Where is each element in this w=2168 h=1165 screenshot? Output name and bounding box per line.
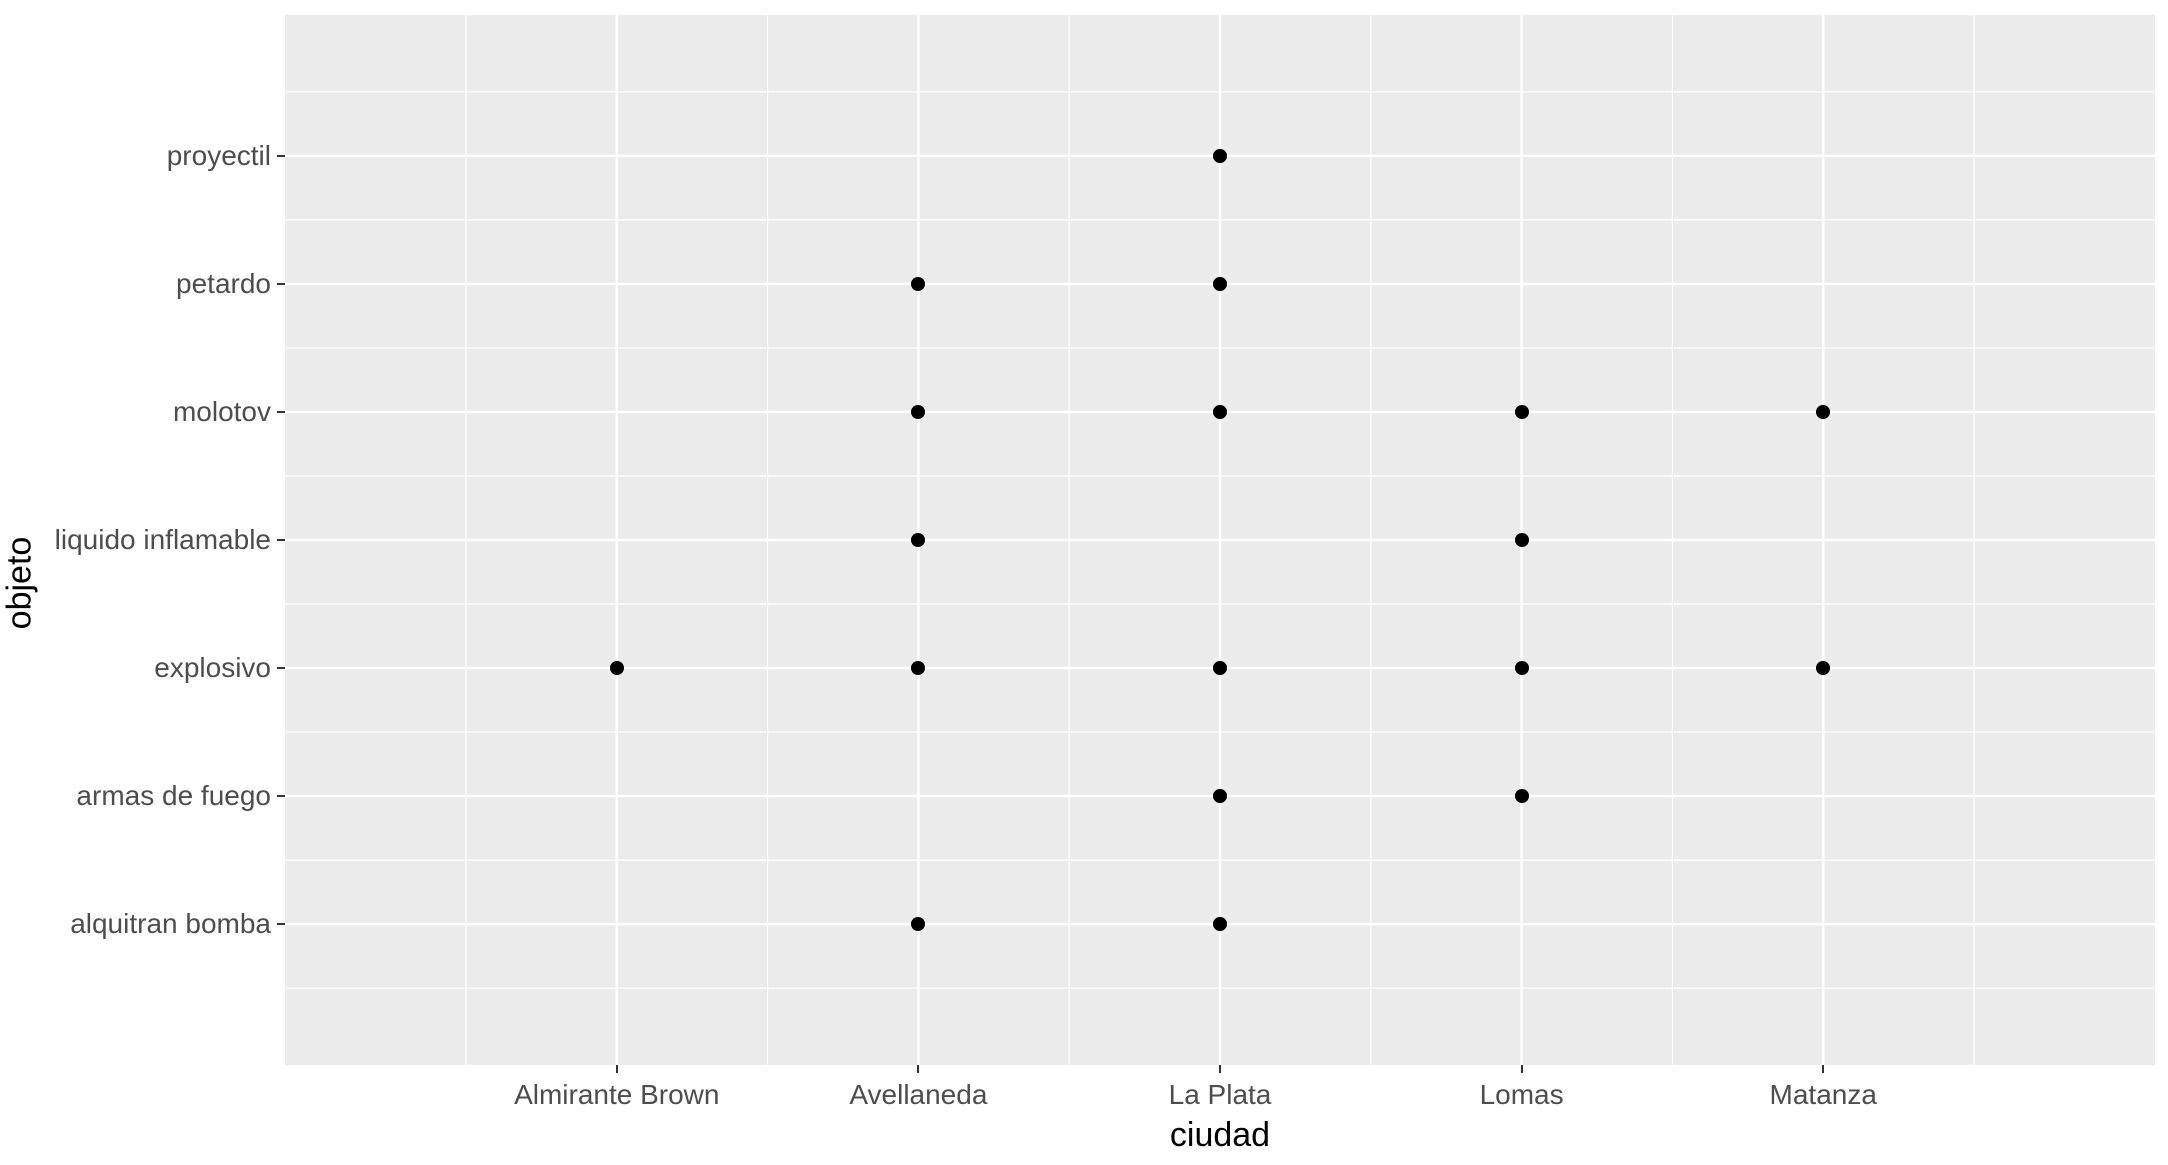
data-point: [1213, 661, 1227, 675]
y-tick-label: armas de fuego: [76, 780, 271, 812]
y-tick-mark: [277, 923, 285, 925]
x-axis-title: ciudad: [1170, 1116, 1270, 1155]
y-tick-label: molotov: [173, 396, 271, 428]
y-tick-mark: [277, 539, 285, 541]
data-point: [1213, 405, 1227, 419]
y-tick-label: proyectil: [167, 140, 271, 172]
x-tick-mark: [1521, 1065, 1523, 1073]
data-point: [1213, 789, 1227, 803]
y-axis-title: objeto: [1, 536, 40, 629]
x-tick-label: Almirante Brown: [514, 1079, 719, 1111]
y-tick-mark: [277, 283, 285, 285]
data-point: [1515, 661, 1529, 675]
y-tick-mark: [277, 155, 285, 157]
y-tick-label: petardo: [176, 268, 271, 300]
y-tick-label: alquitran bomba: [70, 908, 271, 940]
data-point: [1213, 149, 1227, 163]
y-tick-mark: [277, 411, 285, 413]
data-point: [610, 661, 624, 675]
y-tick-mark: [277, 795, 285, 797]
x-tick-label: Lomas: [1480, 1079, 1564, 1111]
data-point: [1213, 277, 1227, 291]
y-tick-label: liquido inflamable: [55, 524, 271, 556]
chart-container: objeto Almirante BrownAvellanedaLa Plata…: [0, 0, 2168, 1165]
data-point: [1515, 789, 1529, 803]
x-tick-mark: [917, 1065, 919, 1073]
data-point: [1515, 405, 1529, 419]
y-tick-label: explosivo: [154, 652, 271, 684]
x-tick-label: La Plata: [1169, 1079, 1272, 1111]
x-tick-label: Avellaneda: [849, 1079, 987, 1111]
grid-lines: [285, 15, 2155, 1065]
x-tick-label: Matanza: [1770, 1079, 1877, 1111]
plot-area: Almirante BrownAvellanedaLa PlataLomasMa…: [285, 15, 2155, 1065]
data-point: [1515, 533, 1529, 547]
x-tick-mark: [1822, 1065, 1824, 1073]
x-tick-mark: [616, 1065, 618, 1073]
y-tick-mark: [277, 667, 285, 669]
x-tick-mark: [1219, 1065, 1221, 1073]
